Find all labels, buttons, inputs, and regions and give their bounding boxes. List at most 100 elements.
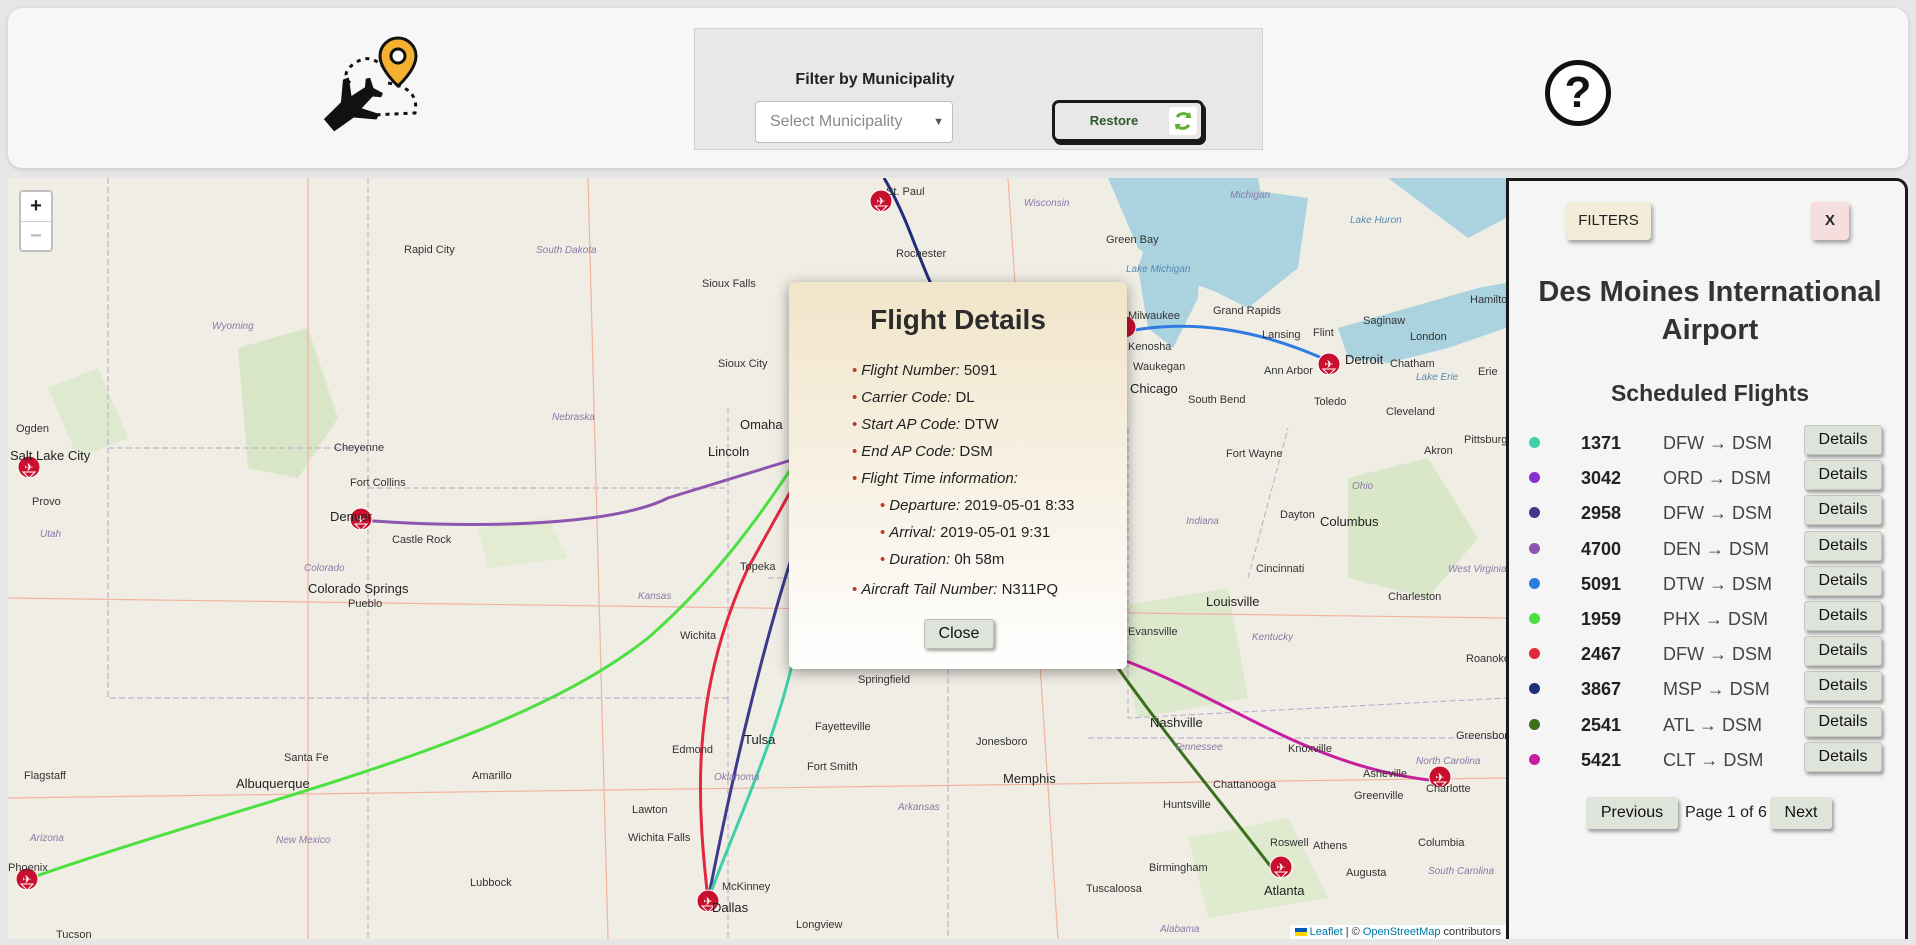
city-label: Cleveland (1386, 406, 1435, 418)
city-label: Memphis (1003, 771, 1056, 786)
state-label: Ohio (1352, 481, 1374, 492)
filter-title: Filter by Municipality (795, 71, 955, 88)
details-button[interactable]: Details (1804, 636, 1882, 667)
scheduled-flights-title: Scheduled Flights (1610, 380, 1810, 406)
osm-link[interactable]: OpenStreetMap (1363, 926, 1441, 938)
next-button[interactable]: Next (1770, 797, 1832, 829)
start-ap-line: • Start AP Code: DTW (852, 416, 999, 433)
details-button[interactable]: Details (1804, 530, 1882, 561)
app-header: Filter by Municipality Select Municipali… (8, 8, 1908, 168)
municipality-select[interactable]: Select Municipality ▼ (755, 101, 953, 143)
flight-row: 2467 DFW → DSM Details (1509, 636, 1911, 671)
city-label: Milwaukee (1128, 310, 1180, 322)
city-label: Albuquerque (236, 776, 310, 791)
previous-button[interactable]: Previous (1586, 797, 1678, 829)
state-label: Utah (40, 529, 62, 540)
state-label: Tennessee (1174, 742, 1223, 753)
city-label: Wichita (680, 630, 717, 642)
zoom-out-button[interactable]: − (21, 221, 51, 250)
route-color-dot (1529, 753, 1540, 765)
state-label: Colorado (304, 563, 345, 574)
city-label: Chicago (1130, 381, 1178, 396)
end-ap-line: • End AP Code: DSM (852, 443, 993, 460)
flight-number: 5091 (1581, 573, 1622, 594)
popup-title: Flight Details (870, 304, 1046, 335)
city-label: Waukegan (1133, 361, 1186, 373)
leaflet-link[interactable]: Leaflet (1310, 926, 1343, 938)
city-label: Rochester (896, 248, 947, 260)
route-color-dot (1529, 648, 1540, 660)
city-label: Akron (1424, 445, 1453, 457)
city-label: Longview (796, 919, 843, 931)
tail-number-line: • Aircraft Tail Number: N311PQ (852, 581, 1059, 598)
route-color-dot (1529, 542, 1540, 554)
state-label: Arizona (30, 833, 64, 844)
city-label: Chatham (1390, 358, 1435, 370)
flight-route: ORD → DSM (1663, 468, 1771, 489)
city-label: Columbus (1320, 514, 1379, 529)
city-label: Tulsa (744, 732, 776, 747)
state-label: West Virginia (1448, 564, 1506, 575)
water-label: Lake Erie (1416, 372, 1459, 383)
pagination: Previous Page 1 of 6 Next (1509, 797, 1911, 831)
city-label: McKinney (722, 881, 771, 893)
flight-map[interactable]: ✈ ✈ ✈ ✈ ✈ ✈ ✈ ✈ St. Paul Rochester Rapid City… (8, 178, 1506, 939)
route-color-dot (1529, 437, 1540, 448)
city-label: London (1410, 331, 1447, 343)
city-label: Asheville (1363, 768, 1408, 780)
close-panel-button[interactable]: X (1811, 202, 1849, 240)
city-label: Sioux Falls (702, 278, 756, 290)
details-button[interactable]: Details (1804, 601, 1882, 631)
map-tiles: ✈✈✈ ✈✈✈ ✈✈ (8, 178, 1506, 939)
details-button[interactable]: Details (1804, 460, 1882, 491)
restore-button[interactable]: Restore (1052, 100, 1204, 142)
city-label: Kenosha (1128, 341, 1172, 353)
filters-button[interactable]: FILTERS (1566, 202, 1651, 240)
details-button[interactable]: Details (1804, 671, 1882, 702)
flight-row: 1959 PHX → DSM Details (1509, 601, 1911, 636)
details-button[interactable]: Details (1804, 741, 1882, 772)
city-label: Cincinnati (1256, 563, 1305, 575)
city-label: Phoenix (8, 862, 48, 874)
help-button[interactable]: ? (1545, 60, 1611, 126)
city-label: Tuscaloosa (1086, 883, 1142, 895)
city-label: Lincoln (708, 444, 750, 459)
details-button[interactable]: Details (1804, 495, 1882, 526)
city-label: Wichita Falls (628, 832, 691, 844)
city-label: Ogden (16, 423, 50, 435)
flight-number: 2467 (1581, 644, 1622, 665)
duration-line: • Duration: 0h 58m (880, 551, 1005, 568)
city-label: Huntsville (1163, 799, 1211, 811)
zoom-in-button[interactable]: + (21, 192, 51, 221)
route-color-dot (1529, 507, 1540, 519)
popup-close-button[interactable]: Close (924, 619, 994, 649)
flight-details-popup: Flight Details • Flight Number: 5091 • Car… (789, 282, 1127, 669)
city-label: Columbia (1418, 837, 1465, 849)
city-label: Birmingham (1149, 862, 1208, 874)
flight-route: DTW → DSM (1663, 573, 1772, 594)
details-button[interactable]: Details (1804, 425, 1882, 455)
city-label: Atlanta (1264, 883, 1305, 898)
city-label: Sioux City (718, 358, 768, 370)
flight-number: 2541 (1581, 714, 1622, 735)
refresh-icon (1169, 107, 1197, 135)
route-color-dot (1529, 577, 1540, 589)
state-label: Arkansas (898, 802, 940, 813)
state-label: Indiana (1186, 516, 1219, 527)
carrier-line: • Carrier Code: DL (852, 389, 975, 406)
city-label: Fort Smith (807, 761, 858, 773)
flight-row: 2958 DFW → DSM Details (1509, 495, 1911, 530)
attribution-suffix: contributors (1440, 926, 1501, 938)
details-button[interactable]: Details (1804, 565, 1882, 596)
state-label: Kansas (638, 591, 672, 602)
city-label: Greenville (1354, 790, 1404, 802)
city-label: Roanoke (1466, 653, 1506, 665)
flight-row: 5421 CLT → DSM Details (1509, 741, 1911, 777)
city-label: Detroit (1345, 352, 1384, 367)
state-label: South Dakota (536, 245, 597, 256)
city-label: Louisville (1206, 594, 1260, 609)
flight-row: 2541 ATL → DSM Details (1509, 706, 1911, 742)
details-button[interactable]: Details (1804, 706, 1882, 737)
restore-button-label: Restore (1089, 113, 1139, 128)
state-label: Alabama (1160, 924, 1200, 935)
